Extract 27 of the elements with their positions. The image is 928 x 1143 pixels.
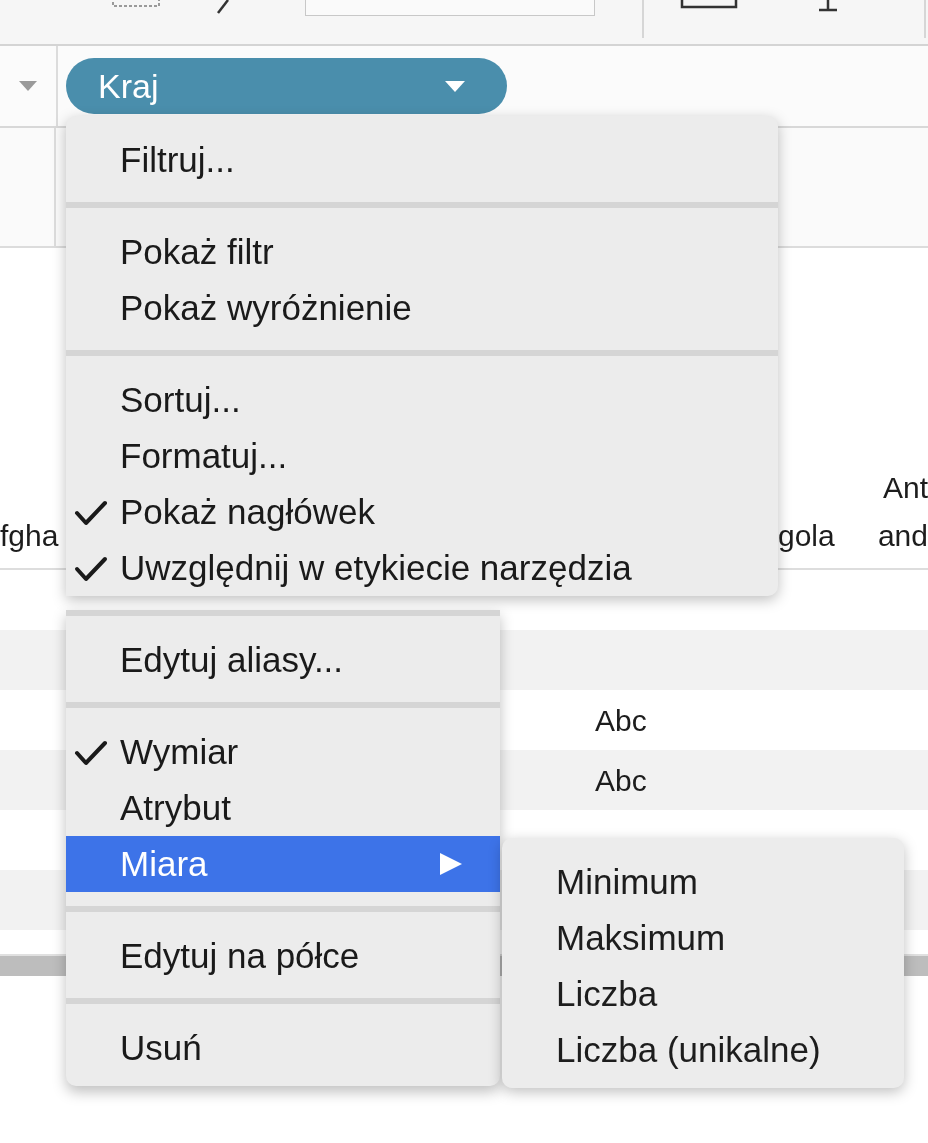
menu-item[interactable]: Usuń <box>66 1020 500 1076</box>
layout-icon[interactable] <box>680 0 738 10</box>
menu-item[interactable]: Wymiar <box>66 724 500 780</box>
field-pill[interactable]: Kraj <box>66 58 507 114</box>
menu-item[interactable]: Uwzględnij w etykiecie narzędzia <box>66 540 778 596</box>
menu-item[interactable]: Pokaż filtr <box>66 224 778 280</box>
menu-item[interactable]: Miara <box>66 836 500 892</box>
table-cell-text: Abc <box>595 702 647 739</box>
column-header: Ant <box>881 470 928 506</box>
submenu-item[interactable]: Liczba <box>502 966 904 1022</box>
menu-item[interactable]: Atrybut <box>66 780 500 836</box>
submenu-item[interactable]: Maksimum <box>502 910 904 966</box>
menu-item[interactable]: Pokaż wyróżnienie <box>66 280 778 336</box>
column-header: gola <box>778 518 836 554</box>
menu-item[interactable]: Sortuj... <box>66 372 778 428</box>
caret-icon <box>445 80 465 92</box>
submenu-item[interactable]: Minimum <box>502 854 904 910</box>
menu-item[interactable]: Pokaż nagłówek <box>66 484 778 540</box>
toolbar-field[interactable] <box>305 0 595 16</box>
column-header: and <box>876 518 928 554</box>
menu-item[interactable]: Formatuj... <box>66 428 778 484</box>
submenu-item[interactable]: Liczba (unikalne) <box>502 1022 904 1078</box>
menu-item[interactable]: Edytuj na półce <box>66 928 500 984</box>
table-cell-text: Abc <box>595 762 647 799</box>
column-header: fgha <box>0 518 60 554</box>
menu-item[interactable]: Filtruj... <box>66 132 778 188</box>
dropdown-caret-icon[interactable] <box>19 81 37 91</box>
